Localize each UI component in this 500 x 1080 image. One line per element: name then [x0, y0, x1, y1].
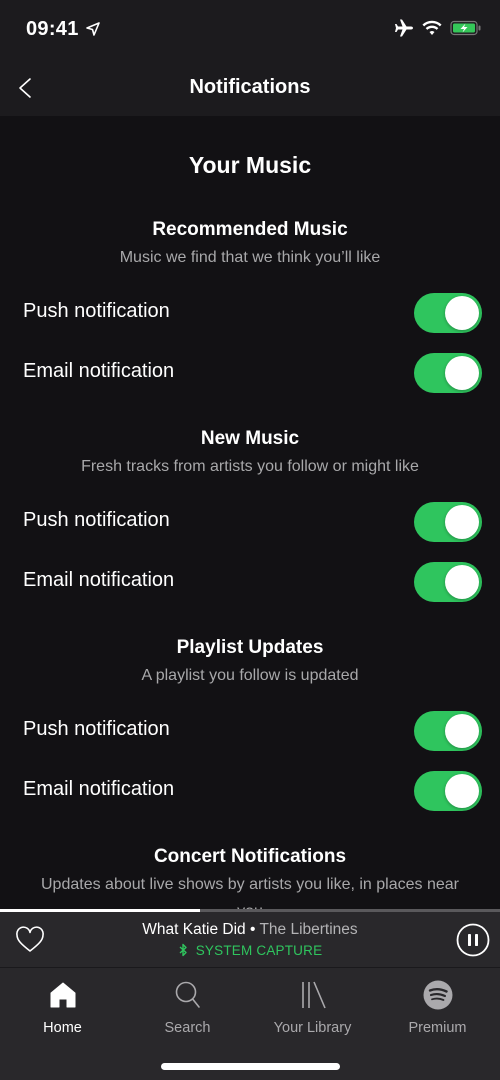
toggle-knob	[445, 296, 479, 330]
section-subtitle: Fresh tracks from artists you follow or …	[81, 458, 419, 475]
setting-row-push: Push notification	[0, 283, 500, 343]
status-bar: 09:41	[0, 0, 500, 60]
bluetooth-icon	[179, 943, 187, 957]
nav-header: Notifications	[0, 60, 500, 116]
toggle-knob	[445, 714, 479, 748]
tab-search[interactable]: Search	[125, 976, 250, 1046]
search-icon	[175, 981, 200, 1008]
track-artist: The Libertines	[259, 921, 358, 938]
setting-row-email: Email notification	[0, 552, 500, 612]
track-title: What Katie Did	[142, 921, 246, 938]
row-label: Email notification	[23, 569, 175, 591]
setting-row-email: Email notification	[0, 761, 500, 821]
email-notification-toggle[interactable]	[414, 562, 482, 602]
push-notification-toggle[interactable]	[414, 711, 482, 751]
section-subtitle: A playlist you follow is updated	[141, 667, 359, 684]
status-icons	[394, 18, 482, 38]
row-label: Email notification	[23, 778, 175, 800]
section-heading-your-music: Your Music	[188, 152, 312, 178]
row-label: Email notification	[23, 360, 175, 382]
tab-home[interactable]: Home	[0, 976, 125, 1046]
push-notification-toggle[interactable]	[414, 293, 482, 333]
email-notification-toggle[interactable]	[414, 771, 482, 811]
home-icon	[50, 982, 75, 1008]
status-time: 09:41	[26, 18, 79, 40]
toggle-knob	[445, 356, 479, 390]
bottom-tab-bar: Home Search Your Library Premium	[0, 968, 500, 1080]
section-playlist-updates: Playlist Updates A playlist you follow i…	[0, 635, 500, 821]
library-icon	[301, 981, 326, 1009]
track-separator: •	[245, 921, 260, 938]
device-label: SYSTEM CAPTURE	[195, 943, 323, 958]
section-title: New Music	[200, 428, 300, 449]
toggle-knob	[445, 774, 479, 808]
toggle-knob	[445, 565, 479, 599]
row-label: Push notification	[23, 509, 170, 531]
section-concert-notifications: Concert Notifications Updates about live…	[0, 844, 500, 910]
row-label: Push notification	[23, 718, 170, 740]
tab-label: Search	[164, 1020, 211, 1036]
tab-label: Premium	[408, 1020, 467, 1036]
home-indicator[interactable]	[161, 1063, 340, 1070]
location-arrow-icon	[86, 22, 100, 36]
page-title: Notifications	[189, 76, 311, 98]
battery-charging-icon	[450, 20, 481, 36]
section-recommended-music: Recommended Music Music we find that we …	[0, 217, 500, 403]
setting-row-email: Email notification	[0, 343, 500, 403]
toggle-knob	[445, 505, 479, 539]
mini-player[interactable]: What Katie Did • The Libertines SYSTEM C…	[0, 912, 500, 968]
tab-label: Your Library	[273, 1020, 352, 1036]
airplane-mode-icon	[395, 19, 413, 37]
section-subtitle: Updates about live shows by artists you …	[41, 876, 459, 910]
connected-device[interactable]: SYSTEM CAPTURE	[0, 943, 500, 958]
setting-row-push: Push notification	[0, 492, 500, 552]
email-notification-toggle[interactable]	[414, 353, 482, 393]
spotify-logo-icon	[423, 980, 452, 1010]
pause-button[interactable]	[456, 923, 490, 957]
section-new-music: New Music Fresh tracks from artists you …	[0, 426, 500, 612]
tab-label: Home	[43, 1020, 82, 1036]
tab-premium[interactable]: Premium	[375, 976, 500, 1046]
section-title: Concert Notifications	[153, 846, 347, 867]
section-title: Recommended Music	[152, 219, 348, 240]
tab-your-library[interactable]: Your Library	[250, 976, 375, 1046]
section-subtitle: Music we find that we think you’ll like	[119, 249, 381, 266]
push-notification-toggle[interactable]	[414, 502, 482, 542]
now-playing-track: What Katie Did • The Libertines	[0, 921, 500, 939]
row-label: Push notification	[23, 300, 170, 322]
wifi-icon	[422, 20, 442, 35]
setting-row-push: Push notification	[0, 701, 500, 761]
notification-settings-list[interactable]: Your Music Recommended Music Music we fi…	[0, 116, 500, 910]
section-title: Playlist Updates	[176, 637, 324, 658]
